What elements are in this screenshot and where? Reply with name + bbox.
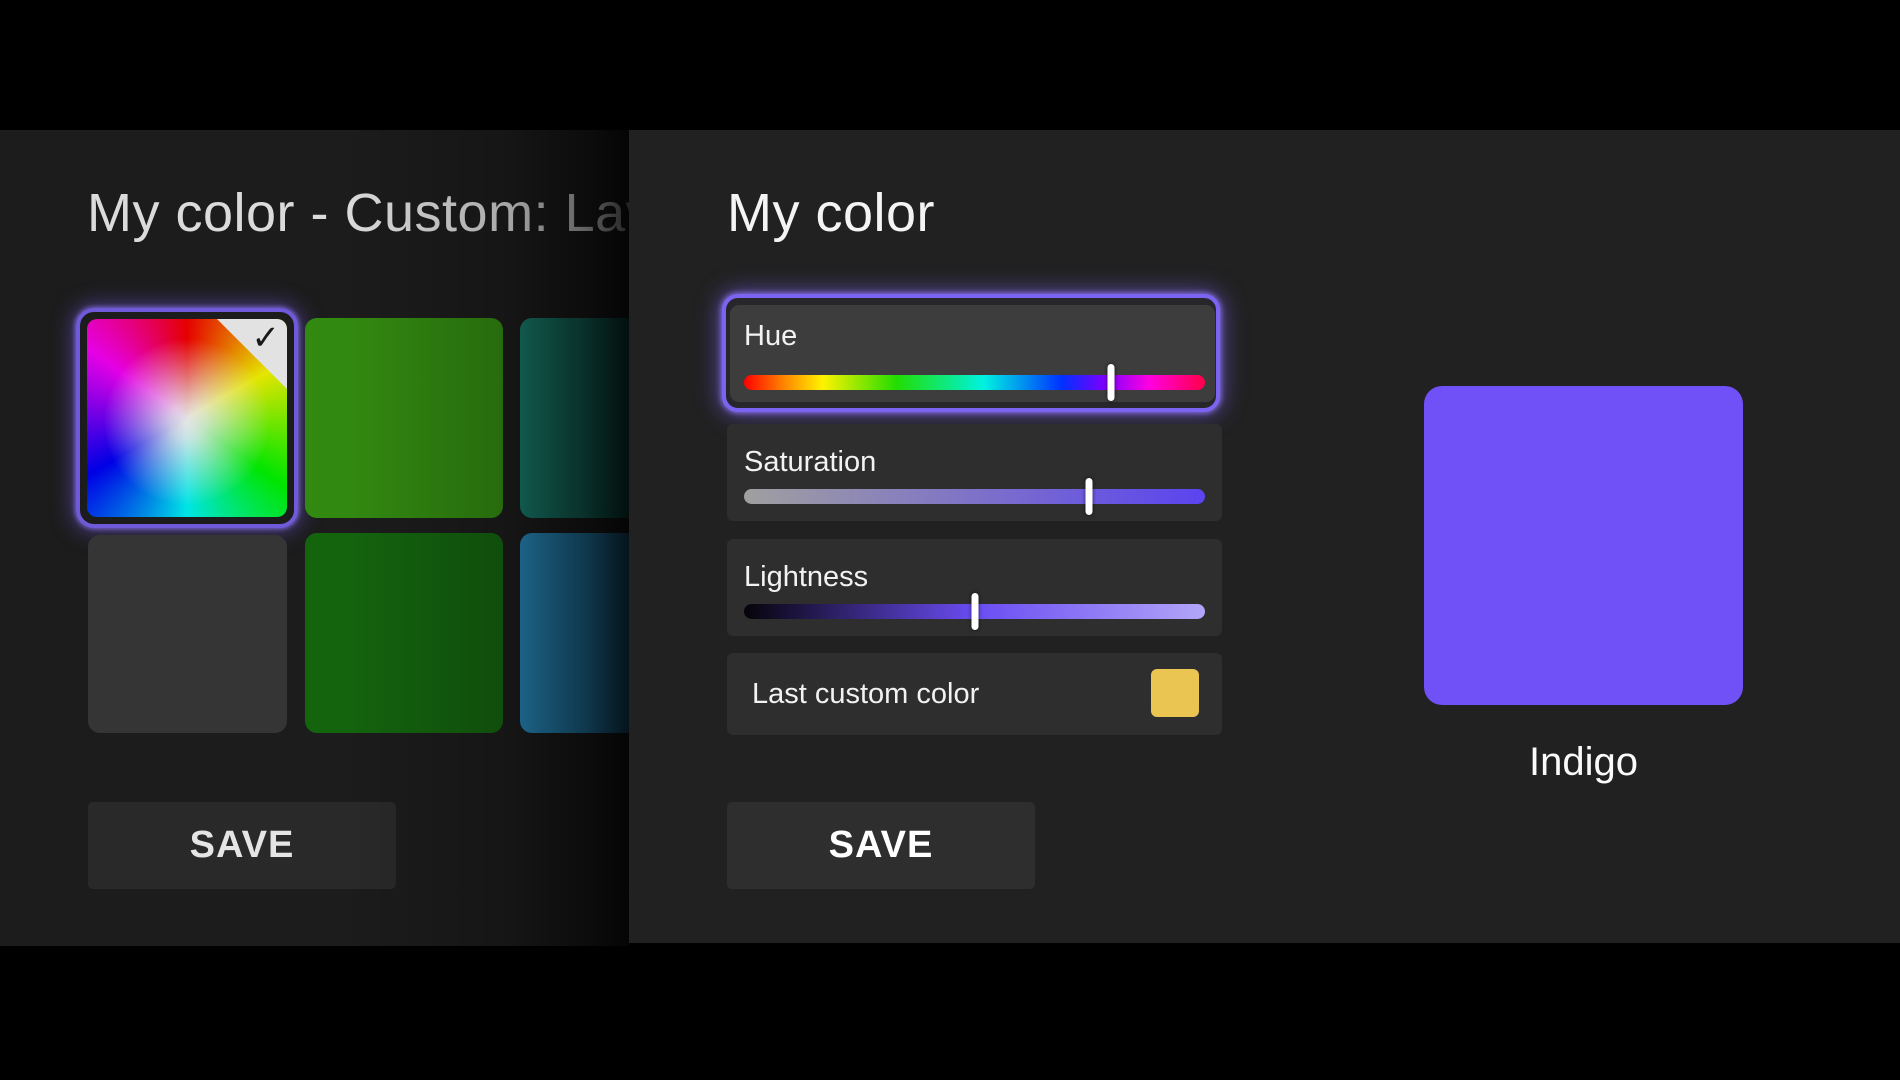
panel-my-color-custom: My color Hue Saturation Lightness Last c… (629, 130, 1900, 943)
hue-slider-track[interactable] (744, 375, 1205, 390)
save-button-right[interactable]: SAVE (727, 802, 1035, 889)
panel-my-color-presets: My color - Custom: Laver ✓ SAVE (0, 130, 629, 946)
swatch-dark-gray[interactable] (88, 535, 287, 733)
hue-label: Hue (744, 320, 797, 353)
saturation-label: Saturation (744, 446, 876, 479)
saturation-slider-thumb[interactable] (1085, 478, 1092, 515)
right-panel-title: My color (727, 182, 935, 244)
lightness-slider-track[interactable] (744, 604, 1205, 619)
swatch-teal[interactable] (520, 318, 629, 518)
hue-slider-thumb[interactable] (1107, 364, 1114, 401)
color-preview-name: Indigo (1424, 740, 1743, 785)
save-button-left[interactable]: SAVE (88, 802, 396, 889)
swatch-blue[interactable] (520, 533, 629, 733)
last-custom-color-label: Last custom color (752, 653, 979, 735)
color-preview-swatch (1424, 386, 1743, 705)
swatch-dark-green[interactable] (305, 533, 503, 733)
last-custom-color-swatch (1151, 669, 1199, 717)
last-custom-color-row[interactable]: Last custom color (727, 653, 1222, 735)
left-panel-title: My color - Custom: Laver (87, 182, 629, 244)
lightness-slider-thumb[interactable] (971, 593, 978, 630)
saturation-slider-track[interactable] (744, 489, 1205, 504)
lightness-label: Lightness (744, 561, 868, 594)
check-icon: ✓ (252, 321, 281, 355)
lightness-slider-card[interactable]: Lightness (727, 539, 1222, 636)
swatch-green[interactable] (305, 318, 503, 518)
swatch-custom-color-wheel[interactable]: ✓ (87, 319, 287, 517)
hue-slider-card[interactable]: Hue (730, 305, 1215, 402)
saturation-slider-card[interactable]: Saturation (727, 424, 1222, 521)
color-settings-screen: My color - Custom: Laver ✓ SAVE My color… (0, 0, 1900, 1080)
